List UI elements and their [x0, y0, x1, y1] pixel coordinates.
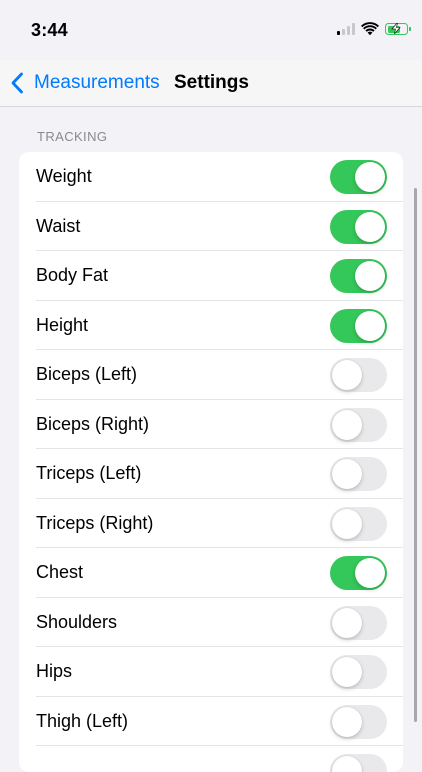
list-item: Triceps (Right) — [19, 499, 403, 548]
list-item: Body Fat — [19, 251, 403, 301]
list-item-label: Chest — [36, 562, 84, 583]
toggle-switch[interactable] — [330, 259, 387, 293]
back-button[interactable]: Measurements — [8, 68, 160, 98]
list-item: Weight — [19, 152, 403, 202]
list-item: Biceps (Left) — [19, 350, 403, 400]
toggle-knob — [355, 261, 385, 291]
list-item: Triceps (Left) — [19, 449, 403, 499]
wifi-icon — [361, 22, 379, 36]
toggle-knob — [355, 162, 385, 192]
list-item-label: Biceps (Left) — [36, 364, 138, 385]
toggle-switch[interactable] — [330, 457, 387, 491]
toggle-switch[interactable] — [330, 506, 387, 541]
list-item-label: Triceps (Right) — [36, 512, 154, 533]
cellular-signal-icon — [337, 23, 355, 35]
toggle-knob — [355, 558, 385, 588]
scroll-indicator[interactable] — [414, 188, 417, 722]
list-item: Chest — [19, 548, 403, 598]
list-item-label: Shoulders — [36, 611, 118, 632]
toggle-knob — [332, 706, 362, 737]
toggle-switch[interactable] — [330, 209, 387, 244]
list-item: Waist — [19, 202, 403, 251]
battery-charging-icon — [385, 23, 411, 35]
list-item: Hips — [19, 647, 403, 697]
list-item-label: Body Fat — [36, 265, 109, 286]
toggle-knob — [332, 508, 362, 539]
list-item-label: Biceps (Right) — [36, 413, 150, 434]
toggle-knob — [332, 459, 362, 489]
toggle-knob — [355, 310, 385, 341]
list-item: Shoulders — [19, 598, 403, 647]
list-item-label: Waist — [36, 215, 81, 236]
toggle-knob — [332, 657, 362, 687]
toggle-switch[interactable] — [330, 407, 387, 442]
page-title: Settings — [174, 72, 249, 93]
toggle-switch[interactable] — [330, 358, 387, 392]
status-bar: 3:44 — [0, 0, 422, 60]
list-item: Thigh (Left) — [19, 697, 403, 746]
list-item: Height — [19, 301, 403, 350]
toggle-switch[interactable] — [330, 605, 387, 640]
toggle-switch[interactable] — [330, 655, 387, 689]
section-header: TRACKING — [37, 129, 108, 144]
toggle-knob — [332, 360, 362, 390]
list-item-label: Thigh (Left) — [36, 710, 129, 731]
list-item-label: Triceps (Left) — [36, 463, 142, 484]
list-item-label: Height — [36, 314, 89, 335]
toggle-knob — [332, 409, 362, 440]
back-button-label: Measurements — [34, 72, 160, 93]
navigation-bar: Measurements Settings — [0, 60, 422, 107]
list-item-label: Hips — [36, 661, 73, 682]
toggle-switch[interactable] — [330, 308, 387, 343]
toggle-knob — [355, 211, 385, 242]
toggle-switch[interactable] — [330, 556, 387, 590]
toggle-switch[interactable] — [330, 704, 387, 739]
toggle-switch[interactable] — [330, 160, 387, 194]
toggle-knob — [332, 756, 362, 772]
status-time: 3:44 — [31, 20, 68, 40]
list-item-label: Weight — [36, 166, 92, 187]
status-icons — [337, 22, 411, 36]
toggle-knob — [332, 607, 362, 638]
chevron-left-icon — [11, 72, 23, 94]
toggle-switch[interactable] — [330, 754, 387, 772]
list-item: Biceps (Right) — [19, 400, 403, 449]
tracking-list: Weight Waist Body Fat Height Biceps (Left) Bi… — [19, 152, 403, 772]
